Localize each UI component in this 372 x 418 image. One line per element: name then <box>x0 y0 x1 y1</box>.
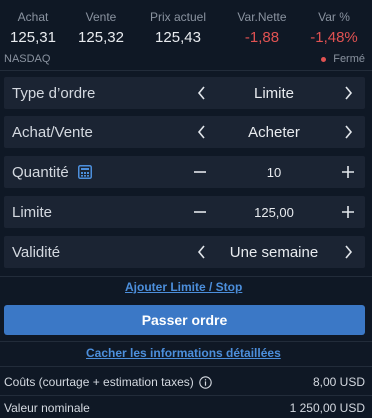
nominal-value-amount: 1 250,00 USD <box>289 401 365 415</box>
quantity-label: Quantité <box>12 163 69 181</box>
limit-row: Limite 125,00 <box>4 196 365 228</box>
side-label: Achat/Vente <box>12 123 93 141</box>
status-dot-icon <box>321 56 327 62</box>
validity-value: Une semaine <box>229 243 319 261</box>
place-order-button[interactable]: Passer ordre <box>4 305 365 335</box>
order-type-prev-button[interactable] <box>191 83 211 103</box>
quote-col-pct-change: Var % -1,48% <box>300 0 368 47</box>
bid-value: 125,31 <box>10 29 56 46</box>
limit-price-input[interactable]: 125,00 <box>224 205 324 220</box>
net-change-label: Var.Nette <box>237 10 287 24</box>
chevron-right-icon <box>344 125 352 139</box>
limit-increment-button[interactable] <box>338 202 358 222</box>
costs-value: 8,00 USD <box>312 375 365 389</box>
minus-icon <box>194 211 206 213</box>
hide-details-link[interactable]: Cacher les informations détaillées <box>86 346 281 360</box>
header-divider <box>0 70 372 71</box>
market-status: Fermé <box>321 53 365 65</box>
quote-col-last: Prix actuel 125,43 <box>140 0 216 47</box>
order-type-value: Limite <box>253 84 294 102</box>
costs-label: Coûts (courtage + estimation taxes) <box>4 375 194 389</box>
chevron-left-icon <box>197 125 205 139</box>
last-price-label: Prix actuel <box>149 10 207 24</box>
side-value: Acheter <box>248 123 300 141</box>
minus-icon <box>194 171 206 173</box>
costs-row: Coûts (courtage + estimation taxes) 8,00… <box>4 373 365 391</box>
order-type-row: Type d’ordre Limite <box>4 77 365 109</box>
chevron-left-icon <box>197 245 205 259</box>
limit-decrement-button[interactable] <box>190 202 210 222</box>
last-price-value: 125,43 <box>155 29 201 46</box>
limit-label: Limite <box>12 203 53 221</box>
ask-value: 125,32 <box>78 29 124 46</box>
quote-col-ask: Vente 125,32 <box>68 0 134 47</box>
market-status-text: Fermé <box>333 53 365 65</box>
order-type-label: Type d’ordre <box>12 84 96 102</box>
validity-prev-button[interactable] <box>191 242 211 262</box>
exchange-row: NASDAQ Fermé <box>0 50 372 68</box>
calculator-icon[interactable] <box>77 165 92 179</box>
details-divider <box>0 366 372 367</box>
validity-next-button[interactable] <box>338 242 358 262</box>
quantity-decrement-button[interactable] <box>190 162 210 182</box>
quote-header: Achat 125,31 Vente 125,32 Prix actuel 12… <box>0 0 372 48</box>
side-row: Achat/Vente Acheter <box>4 116 365 148</box>
chevron-left-icon <box>197 86 205 100</box>
quote-col-bid: Achat 125,31 <box>0 0 66 47</box>
plus-icon <box>342 206 354 218</box>
form-divider <box>0 276 372 277</box>
quantity-label-group: Quantité <box>12 164 92 181</box>
info-icon[interactable] <box>199 375 212 389</box>
ask-label: Vente <box>85 10 117 24</box>
plus-icon <box>342 166 354 178</box>
pct-change-label: Var % <box>318 10 350 24</box>
quantity-input[interactable]: 10 <box>224 165 324 180</box>
costs-label-group: Coûts (courtage + estimation taxes) <box>4 375 212 389</box>
bid-label: Achat <box>17 10 49 24</box>
button-divider <box>0 341 372 342</box>
chevron-right-icon <box>344 86 352 100</box>
validity-row: Validité Une semaine <box>4 236 365 268</box>
nominal-value-label: Valeur nominale <box>4 401 90 415</box>
quantity-row: Quantité 10 <box>4 156 365 188</box>
validity-label: Validité <box>12 243 61 261</box>
add-limit-stop-link[interactable]: Ajouter Limite / Stop <box>125 280 242 294</box>
side-prev-button[interactable] <box>191 122 211 142</box>
order-type-next-button[interactable] <box>338 83 358 103</box>
quote-col-net-change: Var.Nette -1,88 <box>226 0 298 47</box>
side-next-button[interactable] <box>338 122 358 142</box>
quantity-increment-button[interactable] <box>338 162 358 182</box>
chevron-right-icon <box>344 245 352 259</box>
exchange-name: NASDAQ <box>4 53 51 65</box>
net-change-value: -1,88 <box>244 29 280 46</box>
pct-change-value: -1,48% <box>310 29 358 46</box>
costs-divider <box>0 395 372 396</box>
nominal-value-row: Valeur nominale 1 250,00 USD <box>4 399 365 417</box>
